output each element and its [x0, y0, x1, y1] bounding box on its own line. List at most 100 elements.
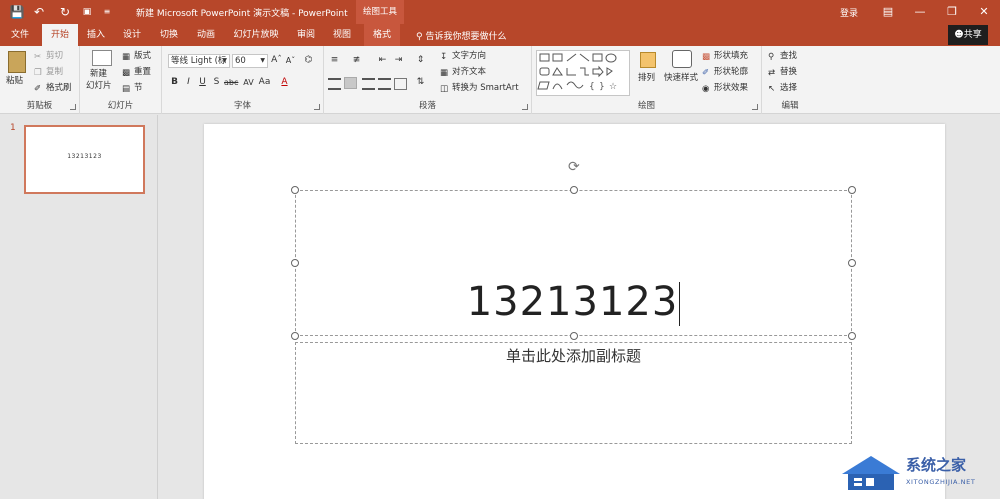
title-placeholder[interactable]: 13213123 [291, 186, 856, 340]
drawing-launcher-icon[interactable] [752, 104, 758, 110]
tab-view[interactable]: 视图 [328, 24, 356, 46]
rotate-handle-icon[interactable]: ⟳ [568, 159, 580, 175]
section-icon: ▤ [122, 83, 131, 94]
font-color-icon[interactable]: A [278, 76, 291, 89]
find-button[interactable]: ⚲ 查找 [768, 50, 797, 62]
tab-file[interactable]: 文件 [4, 24, 36, 46]
tab-format[interactable]: 格式 [364, 24, 400, 46]
close-icon[interactable]: ✕ [968, 0, 1000, 24]
start-presentation-icon[interactable]: ▣ [78, 3, 96, 21]
resize-handle-n[interactable] [570, 186, 578, 194]
font-group: 等线 Light (标 ▼ 60 ▼ Aˆ Aˇ ⌬ B I U S abc AV … [162, 46, 324, 114]
shadow-icon[interactable]: S [210, 76, 223, 89]
resize-handle-ne[interactable] [848, 186, 856, 194]
save-icon[interactable]: 💾 [8, 3, 26, 21]
cursor-icon: ↖ [768, 83, 776, 94]
section-button[interactable]: ▤ 节 [122, 82, 143, 94]
arrange-button[interactable]: 排列 [636, 50, 662, 94]
copy-icon: ❐ [34, 67, 42, 78]
char-spacing-icon[interactable]: AV [242, 76, 255, 89]
chevron-down-icon: ▼ [260, 57, 265, 64]
align-text-button[interactable]: ▦ 对齐文本 [440, 66, 486, 78]
login-link[interactable]: 登录 [840, 6, 858, 19]
quick-styles-button[interactable]: 快速样式 [664, 50, 700, 94]
slides-group: 新建 幻灯片 ▦ 版式 ▩ 重置 ▤ 节 幻灯片 [80, 46, 162, 114]
resize-handle-e[interactable] [848, 259, 856, 267]
thumbnail-title: 13213123 [67, 153, 102, 160]
tab-insert[interactable]: 插入 [82, 24, 110, 46]
clipboard-group: 粘贴 ✂ 剪切 ❐ 复制 ✐ 格式刷 剪贴板 [0, 46, 80, 114]
clear-format-icon[interactable]: ⌬ [302, 54, 315, 67]
minimize-icon[interactable]: — [904, 0, 936, 24]
copy-button[interactable]: ❐ 复制 [34, 66, 63, 78]
customize-qat-icon[interactable]: ≡ [98, 3, 116, 21]
tab-review[interactable]: 审阅 [292, 24, 320, 46]
slide-thumbnail[interactable]: 13213123 [24, 125, 145, 194]
bullets-icon[interactable]: ≡ [328, 54, 341, 67]
underline-icon[interactable]: U [196, 76, 209, 89]
justify-icon[interactable] [378, 78, 391, 90]
decrease-indent-icon[interactable]: ⇤ [376, 54, 389, 67]
shapes-gallery[interactable]: { } ☆ [536, 50, 630, 96]
resize-handle-s[interactable] [570, 332, 578, 340]
text-direction-button[interactable]: ↧ 文字方向 [440, 50, 486, 62]
strikethrough-icon[interactable]: abc [224, 76, 238, 89]
align-right-icon[interactable] [362, 78, 375, 90]
paragraph-group-label: 段落 [418, 101, 436, 111]
bold-icon[interactable]: B [168, 76, 181, 89]
grow-font-icon[interactable]: Aˆ [270, 54, 283, 67]
resize-handle-sw[interactable] [291, 332, 299, 340]
shape-fill-button[interactable]: ▩ 形状填充 [702, 50, 748, 62]
new-slide-button[interactable]: 新建 幻灯片 [86, 50, 116, 94]
change-case-icon[interactable]: Aa [258, 76, 271, 89]
share-button[interactable]: ☻共享 [948, 25, 988, 45]
paragraph-group: ≡ ≢ ⇤ ⇥ ⇕ ⇅ ↧ 文字方向 ▦ 对齐文本 ◫ 转换为 SmartArt 段落 [324, 46, 532, 114]
subtitle-placeholder[interactable]: 单击此处添加副标题 [295, 342, 852, 444]
tab-transitions[interactable]: 切换 [155, 24, 183, 46]
italic-icon[interactable]: I [182, 76, 195, 89]
tab-home[interactable]: 开始 [42, 24, 78, 46]
slide-title[interactable]: 13213123 [296, 279, 851, 326]
tab-design[interactable]: 设计 [118, 24, 146, 46]
font-name-combo[interactable]: 等线 Light (标 ▼ [168, 54, 230, 68]
paste-button[interactable]: 粘贴 [5, 51, 29, 91]
undo-icon[interactable]: ↶ [30, 3, 48, 21]
tab-animations[interactable]: 动画 [192, 24, 220, 46]
subtitle-placeholder-text: 单击此处添加副标题 [505, 347, 641, 365]
svg-text:☆: ☆ [609, 82, 617, 92]
restore-icon[interactable]: ❐ [936, 0, 968, 24]
layout-button[interactable]: ▦ 版式 [122, 50, 151, 62]
align-left-icon[interactable] [328, 78, 341, 90]
line-spacing-icon[interactable]: ⇕ [414, 54, 427, 67]
clipboard-launcher-icon[interactable] [70, 104, 76, 110]
paragraph-spacing-icon[interactable]: ⇅ [414, 76, 427, 89]
cut-button[interactable]: ✂ 剪切 [34, 50, 63, 62]
new-slide-icon [92, 50, 112, 66]
replace-button[interactable]: ⇄ 替换 [768, 66, 797, 78]
smartart-button[interactable]: ◫ 转换为 SmartArt [440, 82, 519, 94]
numbering-icon[interactable]: ≢ [350, 54, 363, 67]
slide-canvas[interactable]: ⟳ 13213123 单击此处添加副标题 [204, 124, 945, 499]
layout-icon: ▦ [122, 51, 131, 62]
resize-handle-se[interactable] [848, 332, 856, 340]
editing-group-label: 编辑 [781, 101, 799, 111]
redo-icon[interactable]: ↻ [56, 3, 74, 21]
shape-effects-button[interactable]: ◉ 形状效果 [702, 82, 748, 94]
paragraph-launcher-icon[interactable] [522, 104, 528, 110]
resize-handle-nw[interactable] [291, 186, 299, 194]
resize-handle-w[interactable] [291, 259, 299, 267]
increase-indent-icon[interactable]: ⇥ [392, 54, 405, 67]
svg-text:}: } [599, 82, 605, 92]
font-launcher-icon[interactable] [314, 104, 320, 110]
shrink-font-icon[interactable]: Aˇ [284, 54, 297, 67]
columns-icon[interactable] [394, 78, 407, 90]
format-painter-button[interactable]: ✐ 格式刷 [34, 82, 72, 94]
align-center-icon[interactable] [344, 77, 357, 89]
font-size-combo[interactable]: 60 ▼ [232, 54, 268, 68]
ribbon-display-icon[interactable]: ▤ [872, 0, 904, 24]
tab-slideshow[interactable]: 幻灯片放映 [230, 24, 282, 46]
reset-button[interactable]: ▩ 重置 [122, 66, 151, 78]
tell-me-box[interactable]: ⚲ 告诉我你想要做什么 [416, 29, 506, 42]
shape-outline-button[interactable]: ✐ 形状轮廓 [702, 66, 748, 78]
select-button[interactable]: ↖ 选择 [768, 82, 797, 94]
